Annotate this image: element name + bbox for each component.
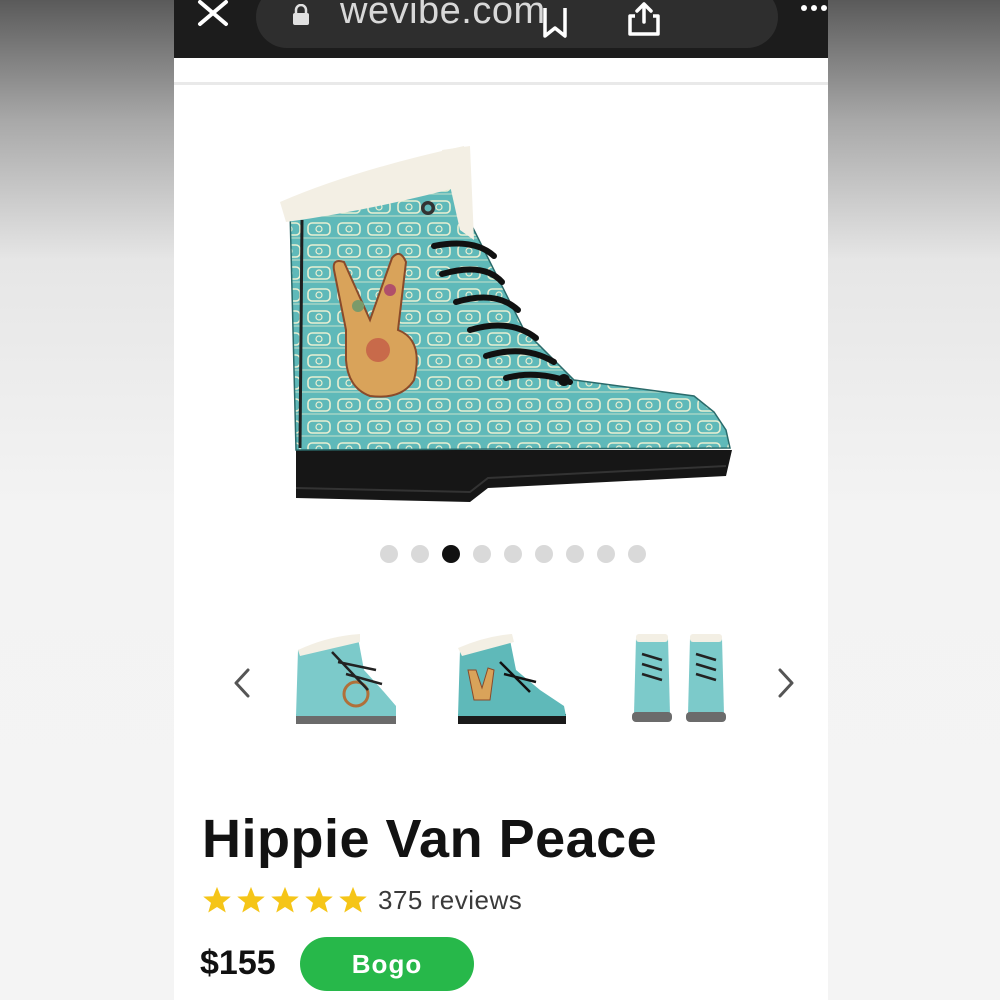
url-text: wevibe.com <box>340 0 546 32</box>
thumbnail-side-view[interactable] <box>272 630 412 730</box>
carousel-dot[interactable] <box>504 545 522 563</box>
carousel-dot[interactable] <box>597 545 615 563</box>
carousel-dot[interactable] <box>411 545 429 563</box>
share-icon[interactable] <box>626 2 662 38</box>
star-icon <box>339 886 367 913</box>
more-icon[interactable] <box>800 2 828 14</box>
chevron-left-icon[interactable] <box>230 666 254 700</box>
close-icon[interactable] <box>196 0 232 30</box>
phone-screen: wevibe.com Hippie Van Peace 375 reviews … <box>174 0 828 1000</box>
star-icon <box>271 886 299 913</box>
carousel-dot[interactable] <box>380 545 398 563</box>
carousel-dots <box>380 545 646 563</box>
address-bar[interactable]: wevibe.com <box>256 0 778 48</box>
browser-bar: wevibe.com <box>174 0 828 58</box>
bookmark-icon[interactable] <box>542 8 568 38</box>
star-icon <box>305 886 333 913</box>
review-count-link[interactable]: 375 reviews <box>378 885 522 916</box>
product-main-image[interactable] <box>274 130 754 520</box>
carousel-dot[interactable] <box>535 545 553 563</box>
chevron-right-icon[interactable] <box>774 666 798 700</box>
star-icon <box>237 886 265 913</box>
product-rating[interactable]: 375 reviews <box>202 882 522 918</box>
thumbnail-peace-hand-view[interactable] <box>440 630 580 730</box>
lock-icon <box>293 4 309 25</box>
thumbnail-front-pair-view[interactable] <box>610 630 750 730</box>
header-divider <box>174 82 828 85</box>
carousel-dot[interactable] <box>473 545 491 563</box>
star-icon <box>203 886 231 913</box>
product-price: $155 <box>200 944 276 982</box>
carousel-dot[interactable] <box>628 545 646 563</box>
bogo-badge: Bogo <box>300 937 474 991</box>
carousel-dot-active[interactable] <box>442 545 460 563</box>
product-title: Hippie Van Peace <box>202 809 658 869</box>
star-rating <box>202 885 368 915</box>
carousel-dot[interactable] <box>566 545 584 563</box>
